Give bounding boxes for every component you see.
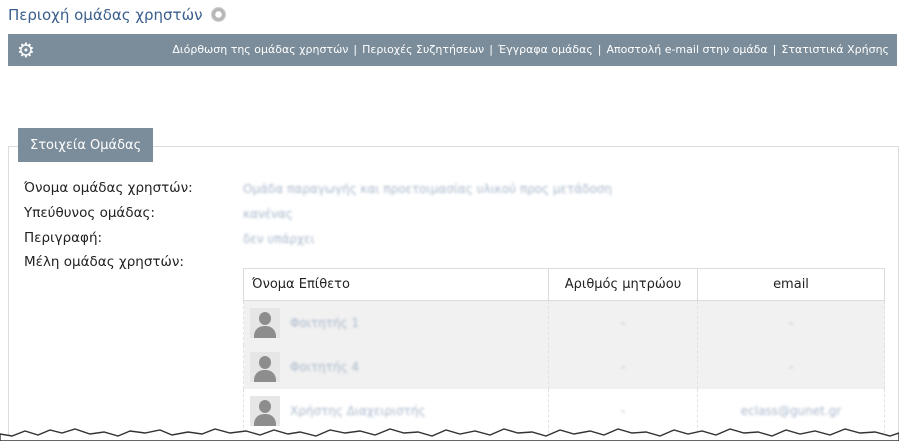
action-toolbar: ⚙ Διόρθωση της ομάδας χρηστών | Περιοχές Σ… — [8, 34, 897, 66]
avatar — [250, 308, 280, 338]
member-email: - — [788, 315, 794, 330]
members-table: Όνομα Επίθετο Αριθμός μητρώου email Φοιτ… — [243, 268, 885, 433]
avatar — [250, 396, 280, 426]
separator: | — [489, 43, 493, 56]
link-edit-group[interactable]: Διόρθωση της ομάδας χρηστών — [172, 43, 348, 56]
description-value: δεν υπάρχει — [243, 232, 315, 246]
avatar — [250, 352, 280, 382]
page-title-text: Περιοχή ομάδας χρηστών — [8, 6, 203, 24]
link-forums[interactable]: Περιοχές Συζητήσεων — [362, 43, 484, 56]
member-id-cell: - — [548, 300, 698, 345]
gear-icon[interactable]: ⚙ — [17, 39, 35, 61]
member-id-cell: - — [548, 345, 698, 389]
member-email-cell: - — [697, 300, 885, 345]
separator: | — [772, 43, 777, 56]
separator: | — [597, 43, 602, 56]
table-row: Φοιτητής 1 - - — [243, 300, 885, 345]
group-manager-value: κανένας — [243, 207, 293, 221]
table-header-row: Όνομα Επίθετο Αριθμός μητρώου email — [243, 268, 885, 301]
member-id: - — [620, 359, 626, 374]
table-row: Φοιτητής 4 - - — [243, 345, 885, 389]
torn-edge — [0, 428, 899, 441]
toolbar-links: Διόρθωση της ομάδας χρηστών | Περιοχές Συζ… — [172, 43, 889, 56]
group-manager-label: Υπεύθυνος ομάδας: — [24, 205, 155, 221]
member-id: - — [620, 315, 626, 330]
member-name-cell: Φοιτητής 1 — [243, 300, 549, 345]
member-email: - — [788, 359, 794, 374]
member-name[interactable]: Φοιτητής 1 — [290, 316, 359, 330]
page-title: Περιοχή ομάδας χρηστών — [8, 6, 227, 24]
group-info-legend: Στοιχεία Ομάδας — [18, 128, 154, 162]
link-email-group[interactable]: Αποστολή e-mail στην ομάδα — [607, 43, 768, 56]
group-name-value: Ομάδα παραγωγής και προετοιμασίας υλικού… — [243, 182, 613, 196]
group-name-label: Όνομα ομάδας χρηστών: — [24, 180, 193, 196]
member-name-cell: Φοιτητής 4 — [243, 345, 549, 389]
col-header-name: Όνομα Επίθετο — [243, 268, 549, 301]
help-icon[interactable] — [211, 7, 227, 22]
link-group-documents[interactable]: Έγγραφα ομάδας — [498, 43, 593, 56]
col-header-email: email — [697, 268, 885, 301]
link-usage-stats[interactable]: Στατιστικά Χρήσης — [781, 43, 889, 56]
member-name[interactable]: Φοιτητής 4 — [290, 360, 359, 374]
member-id: - — [620, 403, 626, 418]
separator: | — [353, 43, 358, 56]
member-email: eclass@gunet.gr — [740, 403, 842, 418]
member-email-cell: - — [697, 345, 885, 389]
member-name[interactable]: Χρήστης Διαχειριστής — [290, 404, 426, 418]
members-label: Μέλη ομάδας χρηστών: — [24, 254, 184, 270]
col-header-id: Αριθμός μητρώου — [548, 268, 698, 301]
description-label: Περιγραφή: — [24, 230, 103, 246]
